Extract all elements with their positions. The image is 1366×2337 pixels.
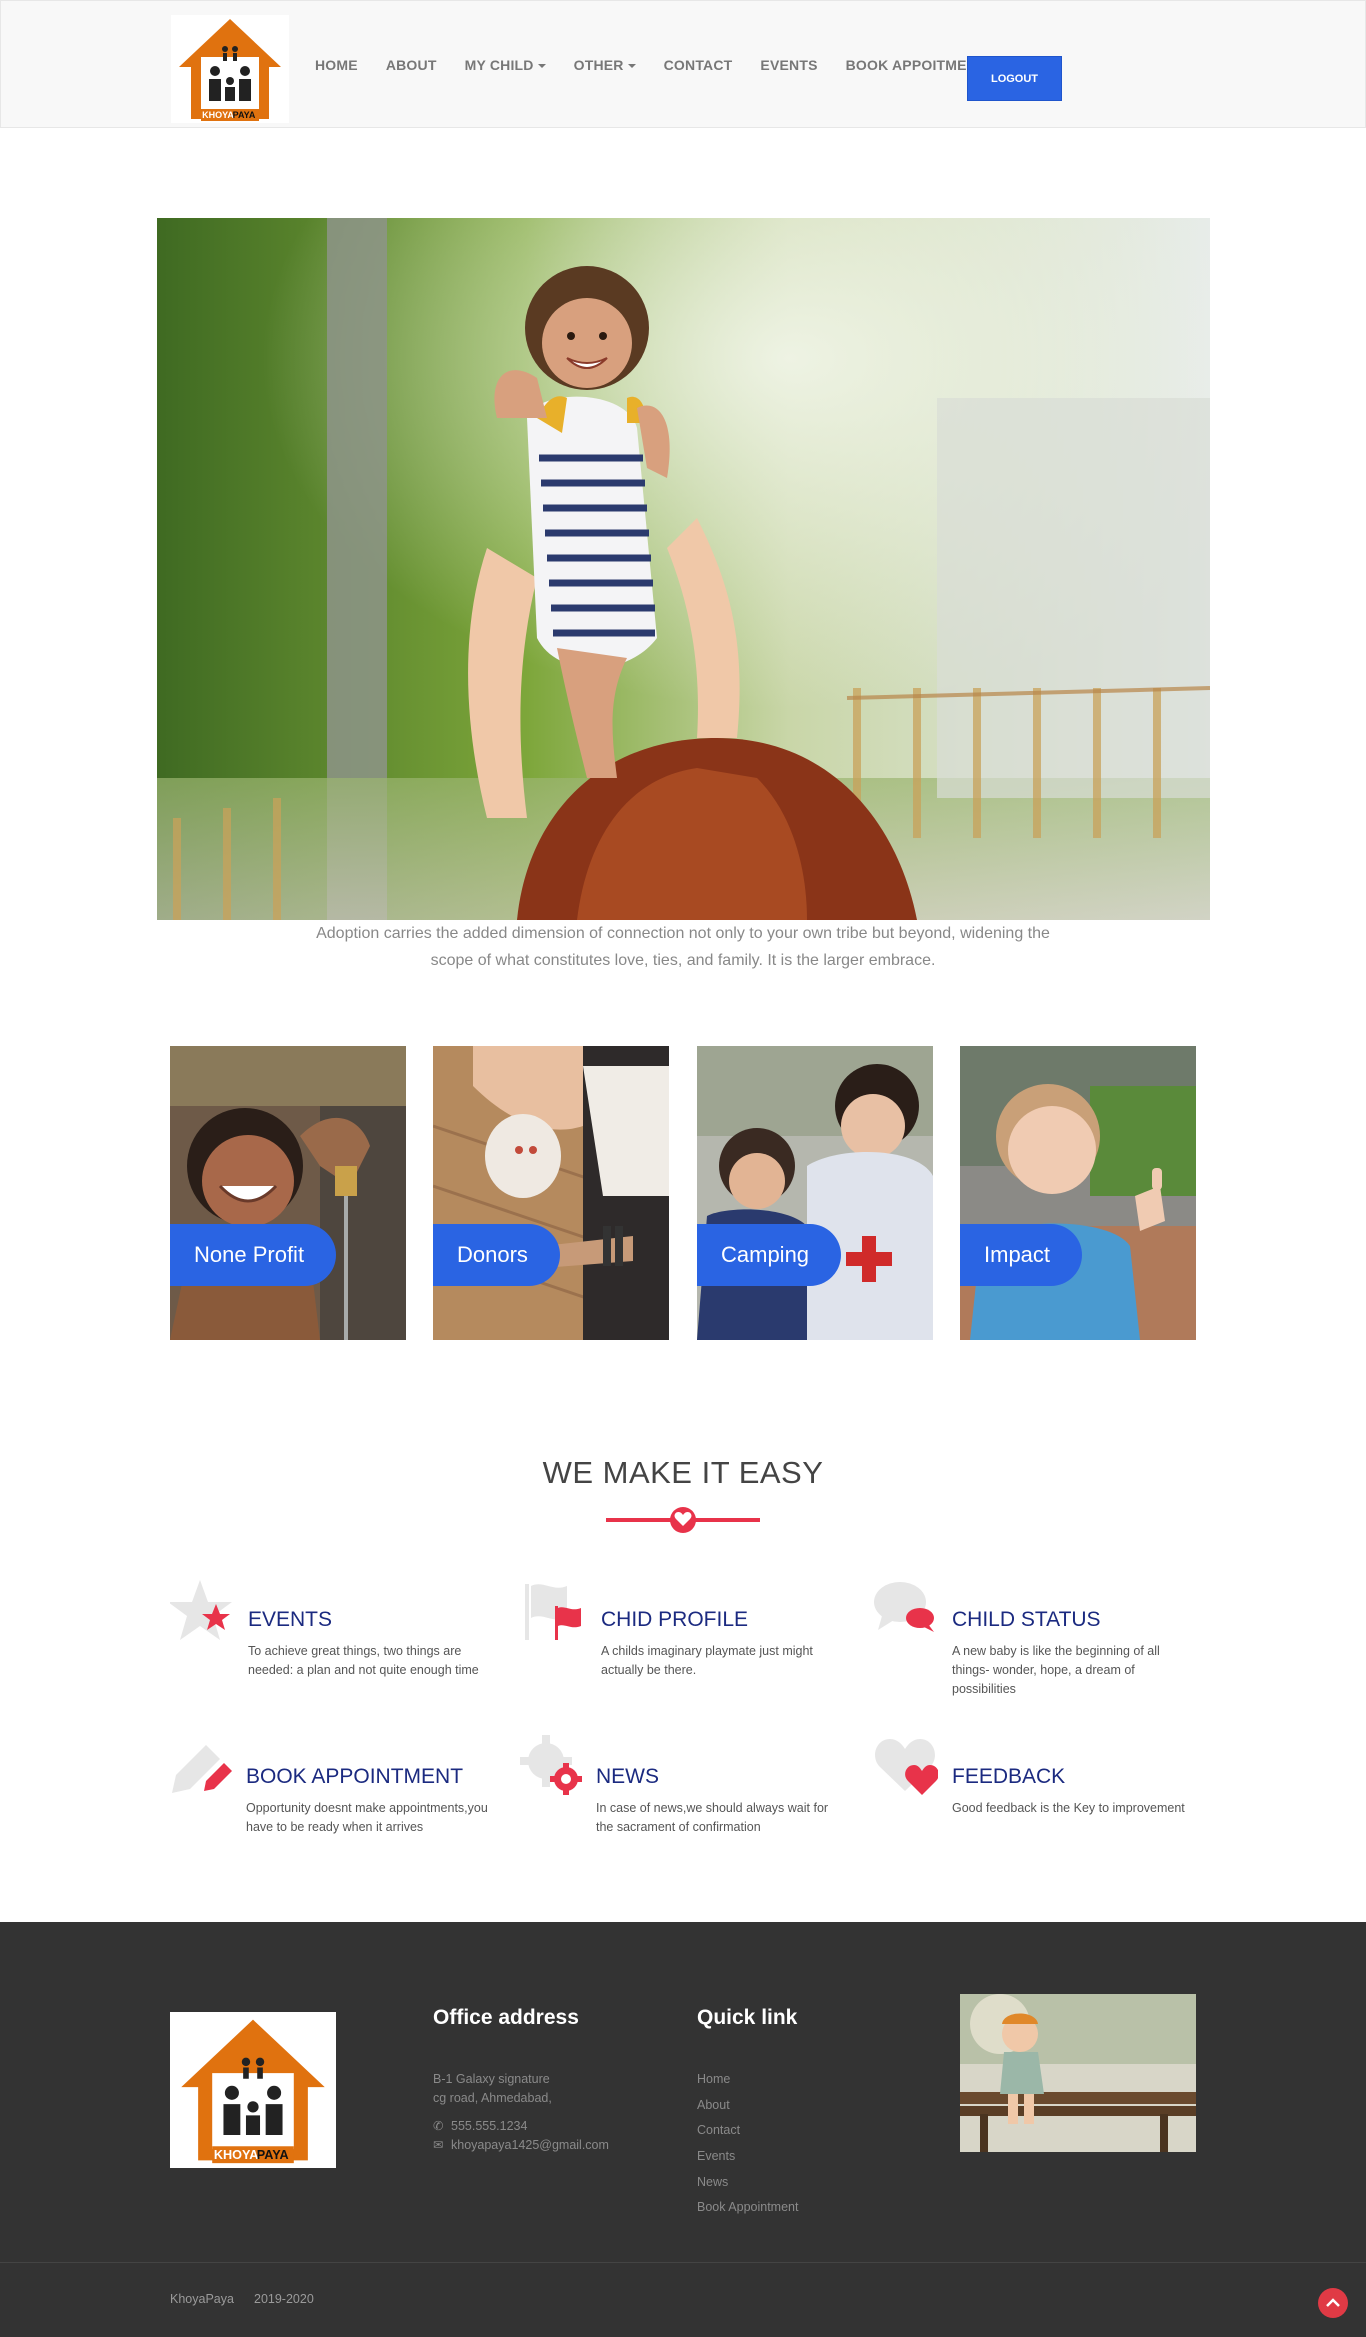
feature-text-book-appointment: Opportunity doesnt make appointments,you… (246, 1801, 488, 1834)
house-family-logo-icon: KHOYA PAYA (181, 2019, 325, 2164)
feature-title-book-appointment: BOOK APPOINTMENT (246, 1765, 464, 1788)
hero-image (157, 218, 1210, 920)
email-row[interactable]: ✉ khoyapaya1425@gmail.com (433, 2136, 609, 2155)
footer-photo (960, 1994, 1196, 2152)
nav-menu: HOME ABOUT MY CHILD OTHER CONTACT EVENTS… (315, 1, 1014, 129)
gear-icon (520, 1735, 582, 1795)
feature-book-appointment[interactable]: BOOK APPOINTMENT Opportunity doesnt make… (170, 1735, 500, 1855)
nav-other-label: OTHER (573, 57, 624, 73)
quick-link-book-appointment[interactable]: Book Appointment (697, 2200, 798, 2214)
nav-contact[interactable]: CONTACT (664, 57, 733, 73)
heart-divider-icon (606, 1507, 760, 1533)
feature-child-status[interactable]: CHILD STATUS A new baby is like the begi… (872, 1578, 1202, 1698)
phone-number: 555.555.1234 (451, 2119, 528, 2133)
site-logo[interactable]: KHOYA PAYA (171, 15, 289, 123)
feature-title-news: NEWS (596, 1765, 659, 1788)
footer-logo-text-paya: PAYA (257, 2148, 289, 2162)
logo-text-khoya: KHOYA (202, 110, 234, 120)
caret-down-icon (627, 64, 636, 69)
quick-link-news[interactable]: News (697, 2175, 728, 2189)
card-photo-boy-tap (170, 1046, 406, 1340)
chat-icon (874, 1582, 934, 1632)
address-line-1: B-1 Galaxy signature (433, 2072, 550, 2086)
navbar: KHOYA PAYA HOME ABOUT MY CHILD OTHER CON… (0, 0, 1366, 128)
card-donors[interactable]: Donors (433, 1046, 669, 1340)
footer-photo-toddler-bench (960, 1994, 1196, 2152)
card-label-donors[interactable]: Donors (433, 1224, 560, 1286)
quick-link-home[interactable]: Home (697, 2072, 730, 2086)
logout-button[interactable]: LOGOUT (967, 56, 1062, 101)
address-line-2: cg road, Ahmedabad, (433, 2091, 552, 2105)
card-none-profit[interactable]: None Profit (170, 1046, 406, 1340)
quick-link-heading: Quick link (697, 2006, 798, 2029)
flag-icon (525, 1584, 581, 1640)
feature-title-events: EVENTS (248, 1608, 333, 1631)
feature-title-feedback: FEEDBACK (952, 1765, 1066, 1788)
nav-events[interactable]: EVENTS (760, 57, 817, 73)
feature-events[interactable]: EVENTS To achieve great things, two thin… (170, 1578, 500, 1698)
card-impact[interactable]: Impact (960, 1046, 1196, 1340)
house-family-logo-icon: KHOYA PAYA (179, 19, 281, 121)
nav-home[interactable]: HOME (315, 57, 358, 73)
card-label-none-profit[interactable]: None Profit (170, 1224, 337, 1286)
heart-icon (875, 1739, 938, 1795)
hero-caption: Adoption carries the added dimension of … (316, 925, 1050, 969)
feature-text-news: In case of news,we should always wait fo… (596, 1801, 829, 1834)
card-label-impact[interactable]: Impact (960, 1224, 1083, 1286)
card-photo-nurse-child (697, 1046, 933, 1340)
phone-icon: ✆ (433, 2119, 444, 2133)
card-photo-toddler-thumbs-up (960, 1046, 1196, 1340)
footer-logo-text-khoya: KHOYA (214, 2148, 259, 2162)
feature-text-chid-profile: A childs imaginary playmate just might a… (601, 1644, 813, 1677)
email-address: khoyapaya1425@gmail.com (451, 2138, 609, 2152)
back-to-top-button[interactable] (1318, 2288, 1348, 2318)
footer-brand: KhoyaPaya (170, 2292, 234, 2306)
card-label-camping[interactable]: Camping (697, 1224, 842, 1286)
feature-chid-profile[interactable]: CHID PROFILE A childs imaginary playmate… (523, 1578, 853, 1698)
footer-years: 2019-2020 (254, 2292, 314, 2306)
nav-about[interactable]: ABOUT (386, 57, 437, 73)
nav-other-dropdown[interactable]: OTHER (574, 57, 636, 73)
feature-title-chid-profile: CHID PROFILE (601, 1608, 749, 1631)
feature-text-events: To achieve great things, two things are … (248, 1644, 479, 1677)
logo-text-paya: PAYA (233, 110, 256, 120)
envelope-icon: ✉ (433, 2138, 444, 2152)
feature-feedback[interactable]: FEEDBACK Good feedback is the Key to imp… (872, 1735, 1202, 1855)
pencil-icon (172, 1745, 232, 1793)
feature-text-child-status: A new baby is like the beginning of all … (952, 1644, 1160, 1696)
quick-link-contact[interactable]: Contact (697, 2123, 740, 2137)
feature-news[interactable]: NEWS In case of news,we should always wa… (520, 1735, 850, 1855)
card-photo-hands-jug (433, 1046, 669, 1340)
section-title: WE MAKE IT EASY (542, 1455, 824, 1490)
card-camping[interactable]: Camping (697, 1046, 933, 1340)
caret-down-icon (537, 64, 546, 69)
nav-my-child-dropdown[interactable]: MY CHILD (465, 57, 546, 73)
feature-title-child-status: CHILD STATUS (952, 1608, 1101, 1631)
office-address-heading: Office address (433, 2006, 579, 2029)
nav-book-appointment[interactable]: BOOK APPOITMENT (846, 57, 986, 73)
footer-logo[interactable]: KHOYA PAYA (170, 2012, 336, 2168)
quick-link-about[interactable]: About (697, 2098, 730, 2112)
phone-row: ✆ 555.555.1234 (433, 2117, 527, 2136)
feature-text-feedback: Good feedback is the Key to improvement (952, 1801, 1185, 1815)
star-icon (170, 1580, 232, 1640)
quick-link-events[interactable]: Events (697, 2149, 735, 2163)
nav-my-child-label: MY CHILD (464, 57, 534, 73)
hero-photo-mother-child (157, 218, 1210, 920)
chevron-up-icon (1326, 2298, 1340, 2307)
